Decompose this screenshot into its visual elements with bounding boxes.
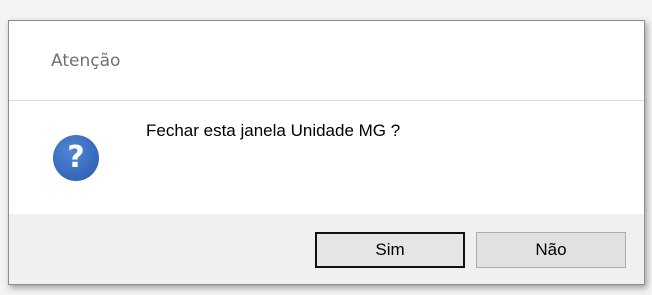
no-button[interactable]: Não: [476, 232, 626, 268]
yes-button[interactable]: Sim: [315, 232, 465, 268]
dialog-title: Atenção: [51, 51, 121, 71]
dialog-content: ? Fechar esta janela Unidade MG ?: [9, 101, 644, 214]
confirm-dialog: Atenção ? Fechar esta janela Unidade MG …: [8, 20, 645, 285]
dialog-message: Fechar esta janela Unidade MG ?: [146, 121, 401, 140]
dialog-button-bar: Sim Não: [9, 214, 644, 284]
dialog-title-bar[interactable]: Atenção: [9, 21, 644, 101]
question-icon: ?: [53, 135, 99, 181]
